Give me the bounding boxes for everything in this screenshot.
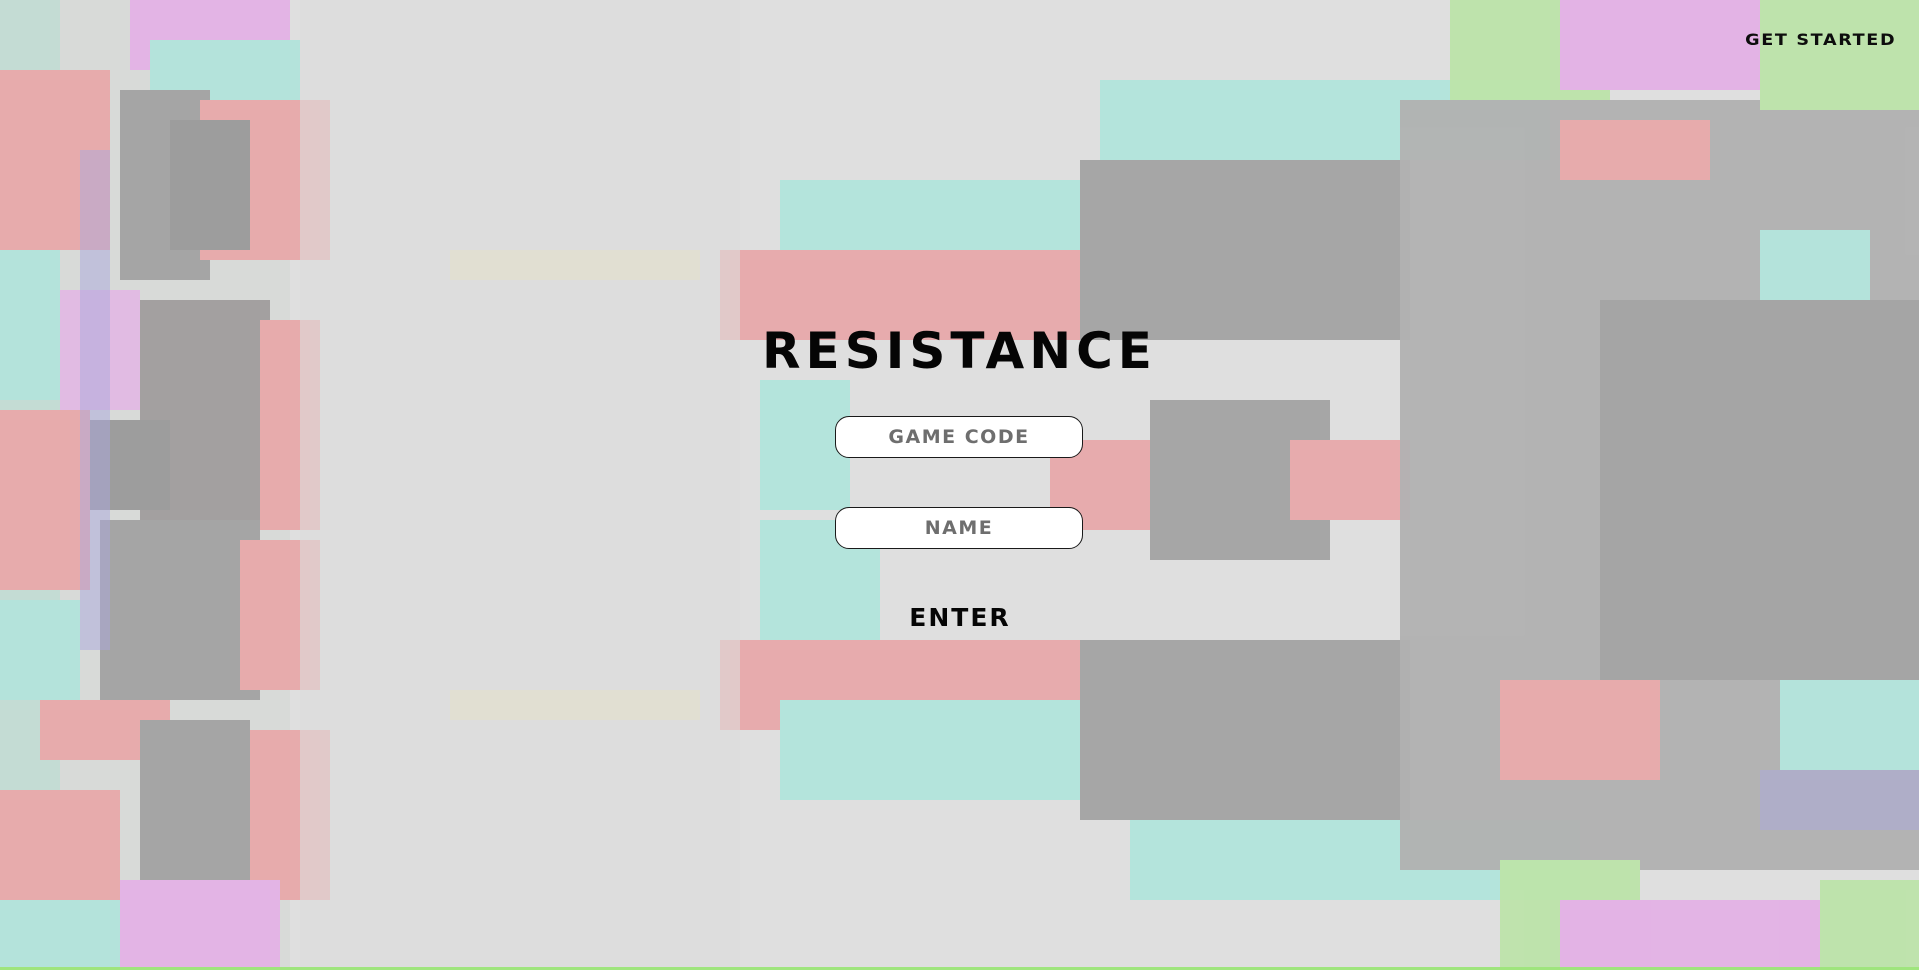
join-game-form: RESISTANCE ENTER xyxy=(0,0,1919,970)
game-code-input[interactable] xyxy=(835,416,1083,458)
enter-button[interactable]: ENTER xyxy=(860,598,1060,636)
landing-page: GET STARTED RESISTANCE ENTER xyxy=(0,0,1919,970)
page-title: RESISTANCE xyxy=(762,322,1157,380)
name-input[interactable] xyxy=(835,507,1083,549)
